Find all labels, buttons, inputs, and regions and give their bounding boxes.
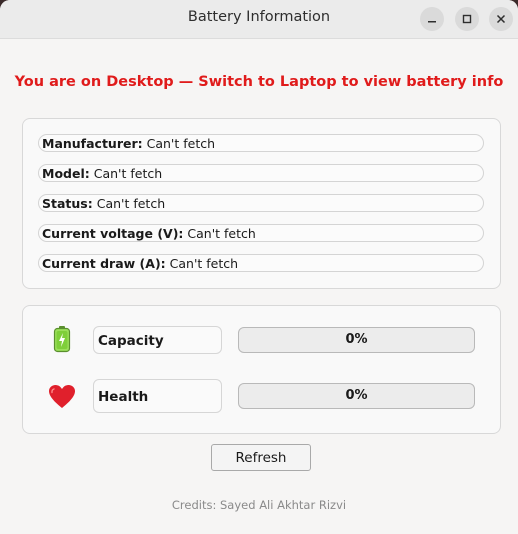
capacity-label: Capacity	[93, 326, 222, 354]
manufacturer-label: Manufacturer:	[42, 136, 143, 151]
maximize-button[interactable]	[455, 7, 479, 31]
status-row: Status: Can't fetch	[38, 194, 484, 212]
voltage-value: Can't fetch	[187, 226, 256, 241]
status-value: Can't fetch	[96, 196, 166, 211]
capacity-progress-bar: 0%	[238, 327, 475, 353]
close-button[interactable]	[489, 7, 513, 31]
model-label: Model:	[42, 166, 90, 181]
desktop-warning: You are on Desktop — Switch to Laptop to…	[14, 74, 504, 90]
credits-text: Credits: Sayed Ali Akhtar Rizvi	[171, 498, 347, 512]
health-progress-bar: 0%	[238, 383, 475, 409]
battery-meters-card: Capacity 0% Health 0%	[22, 305, 501, 434]
model-value: Can't fetch	[93, 166, 163, 181]
heart-icon	[47, 382, 77, 412]
manufacturer-value: Can't fetch	[146, 136, 216, 151]
minimize-icon	[428, 21, 436, 23]
minimize-button[interactable]	[420, 7, 444, 31]
close-icon	[496, 14, 506, 24]
battery-window: Battery Information You are on Desktop —…	[0, 0, 518, 534]
current-draw-row: Current draw (A): Can't fetch	[38, 254, 484, 272]
refresh-button[interactable]: Refresh	[211, 444, 311, 471]
health-percent: 0%	[345, 388, 368, 403]
voltage-row: Current voltage (V): Can't fetch	[38, 224, 484, 242]
current-draw-value: Can't fetch	[169, 256, 239, 271]
model-row: Model: Can't fetch	[38, 164, 484, 182]
voltage-label: Current voltage (V):	[42, 226, 184, 241]
battery-info-card: Manufacturer: Can't fetch Model: Can't f…	[22, 118, 501, 289]
title-bar: Battery Information	[0, 0, 518, 39]
battery-icon	[47, 324, 77, 354]
current-draw-label: Current draw (A):	[42, 256, 166, 271]
maximize-icon	[462, 14, 472, 24]
capacity-percent: 0%	[345, 332, 368, 347]
health-label: Health	[93, 379, 222, 413]
manufacturer-row: Manufacturer: Can't fetch	[38, 134, 484, 152]
status-label: Status:	[42, 196, 93, 211]
